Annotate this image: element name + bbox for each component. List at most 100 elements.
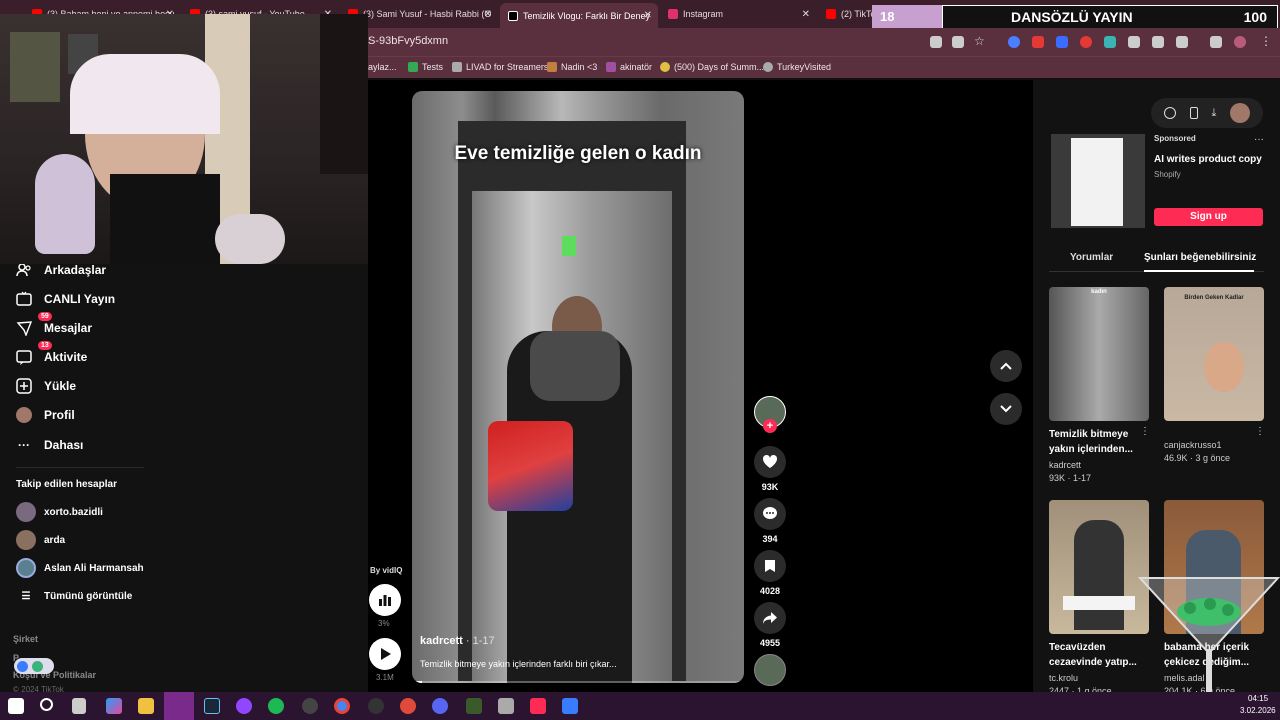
play-button[interactable] (369, 638, 401, 670)
video-progress-bar[interactable] (412, 681, 744, 683)
bookmark-item[interactable]: Tests (408, 62, 443, 72)
following-account[interactable]: arda (16, 530, 65, 550)
card-meta: 93K · 1-17 (1049, 473, 1092, 483)
steam-icon[interactable] (204, 698, 220, 714)
share-button[interactable]: 4955 (754, 602, 786, 648)
app-icon[interactable] (400, 698, 416, 714)
browser-tab-active[interactable]: Temizlik Vlogu: Farklı Bir Deney ✕ (500, 3, 658, 28)
tab-comments[interactable]: Yorumlar (1070, 252, 1113, 263)
sidebar-item-upload[interactable]: Yükle (16, 378, 76, 394)
extension-icon[interactable] (1032, 36, 1044, 48)
vidiq-stats-button[interactable] (369, 584, 401, 616)
task-view-icon[interactable] (72, 698, 86, 714)
sidebar-item-messages[interactable]: 59 Mesajlar (16, 312, 92, 336)
card-more-icon[interactable]: ⋮ (1255, 426, 1265, 437)
previous-video-button[interactable] (990, 350, 1022, 382)
floating-widget[interactable] (14, 658, 54, 674)
close-icon[interactable]: ✕ (802, 9, 810, 20)
extension-icon[interactable] (1152, 36, 1164, 48)
app-icon[interactable] (302, 698, 318, 714)
close-icon[interactable]: ✕ (644, 10, 652, 21)
explore-icon[interactable] (1163, 107, 1176, 119)
bookmark-label: LIVAD for Streamers (466, 62, 549, 72)
reading-list-icon[interactable] (1210, 36, 1222, 48)
minecraft-icon[interactable] (466, 698, 482, 714)
browser-tab[interactable]: (2) TikTok (818, 4, 872, 24)
follow-plus-icon[interactable]: + (763, 419, 777, 433)
bookmark-item[interactable]: akinatör (606, 62, 652, 72)
sidebar-item-live[interactable]: CANLI Yayın (16, 291, 115, 307)
taskbar-active-app[interactable] (164, 692, 194, 720)
sidebar-item-activity[interactable]: 13 Aktivite (16, 341, 87, 365)
author-avatar-button[interactable]: + (754, 396, 786, 433)
chrome-icon[interactable] (334, 698, 350, 714)
vidiq-percent: 3% (378, 619, 390, 628)
sidebar-item-friends[interactable]: Arkadaşlar (16, 262, 106, 278)
bookmark-item[interactable]: aylaz... (368, 62, 397, 72)
ad-image[interactable] (1051, 134, 1145, 228)
video-author-line[interactable]: kadrcett · 1-17 (420, 635, 495, 647)
activity-icon: 13 (16, 341, 52, 365)
ad-signup-button[interactable]: Sign up (1154, 208, 1263, 226)
file-explorer-icon[interactable] (138, 698, 154, 714)
footer-link[interactable]: Şirket (13, 634, 38, 644)
discord-icon[interactable] (432, 698, 448, 714)
bookmark-label: TurkeyVisited (777, 62, 832, 72)
browser-tab[interactable]: Instagram ✕ (660, 4, 816, 24)
tab-suggestions[interactable]: Şunları beğenebilirsiniz (1144, 252, 1256, 263)
sidebar-item-profile[interactable]: Profil (16, 407, 75, 423)
following-account[interactable]: xorto.bazidli (16, 502, 103, 522)
bookmark-item[interactable]: Nadin <3 (547, 62, 597, 72)
puzzle-icon[interactable] (1176, 36, 1188, 48)
video-description[interactable]: Temizlik bitmeye yakın içlerinden farklı… (420, 659, 617, 669)
extension-icon[interactable] (1056, 36, 1068, 48)
sidebar-item-more[interactable]: ··· Dahası (16, 437, 83, 453)
copilot-icon[interactable] (106, 698, 122, 714)
translate-icon[interactable] (930, 36, 942, 48)
bookmark-item[interactable]: TurkeyVisited (763, 62, 831, 72)
spotify-icon[interactable] (268, 698, 284, 714)
close-icon[interactable]: ✕ (484, 9, 492, 20)
kebab-menu-icon[interactable]: ⋮ (1260, 34, 1272, 48)
tiktok-app-icon[interactable] (530, 698, 546, 714)
star-icon[interactable]: ☆ (974, 34, 986, 48)
ad-more-icon[interactable]: ··· (1254, 134, 1264, 145)
music-disc-button[interactable] (754, 654, 786, 690)
download-icon[interactable]: ⤓ (1211, 107, 1216, 120)
account-name: xorto.bazidli (44, 506, 103, 518)
suggested-video-card[interactable]: Tecavüzden cezaevinde yatıp... tc.krolu … (1049, 500, 1149, 696)
user-avatar[interactable] (1230, 103, 1251, 123)
app-icon[interactable] (368, 698, 384, 714)
url-text[interactable]: S-93bFvy5dxmn (368, 35, 448, 47)
shield-icon[interactable] (1128, 36, 1140, 48)
extension-icon[interactable] (1008, 36, 1020, 48)
phone-icon[interactable] (1189, 107, 1198, 119)
suggested-video-card[interactable]: kadın Temizlik bitmeye yakın içlerinden.… (1049, 287, 1149, 483)
suggested-video-card[interactable]: Birden Geken Kadlar canjackrusso1 46.9K … (1164, 287, 1264, 463)
app-icon[interactable] (562, 698, 578, 714)
profile-avatar-icon[interactable] (1234, 36, 1246, 48)
like-button[interactable]: 93K (754, 446, 786, 492)
obs-icon[interactable] (236, 698, 252, 714)
extension-icon[interactable] (1080, 36, 1092, 48)
extension-icon[interactable] (1104, 36, 1116, 48)
ad-title[interactable]: AI writes product copy (1154, 154, 1262, 165)
windows-start-icon[interactable] (8, 698, 24, 714)
video-author[interactable]: kadrcett (420, 635, 463, 647)
bookmark-item[interactable]: (500) Days of Summ... (660, 62, 764, 72)
taskbar: 04:15 3.02.2026 (0, 692, 1280, 720)
bookmark-icon (763, 62, 773, 72)
following-account[interactable]: Aslan Ali Harmansah (16, 558, 144, 578)
cast-icon[interactable] (952, 36, 964, 48)
save-button[interactable]: 4028 (754, 550, 786, 596)
clock-date[interactable]: 3.02.2026 (1240, 706, 1276, 715)
comment-button[interactable]: 394 (754, 498, 786, 544)
card-more-icon[interactable]: ⋮ (1140, 426, 1150, 437)
search-icon[interactable] (40, 698, 53, 711)
next-video-button[interactable] (990, 393, 1022, 425)
app-icon[interactable] (498, 698, 514, 714)
bookmark-item[interactable]: LIVAD for Streamers (452, 62, 548, 72)
see-all-link[interactable]: ☰ Tümünü görüntüle (16, 591, 133, 602)
video-player[interactable]: Eve temizliğe gelen o kadın kadrcett · 1… (412, 91, 744, 683)
clock-time[interactable]: 04:15 (1248, 694, 1268, 703)
